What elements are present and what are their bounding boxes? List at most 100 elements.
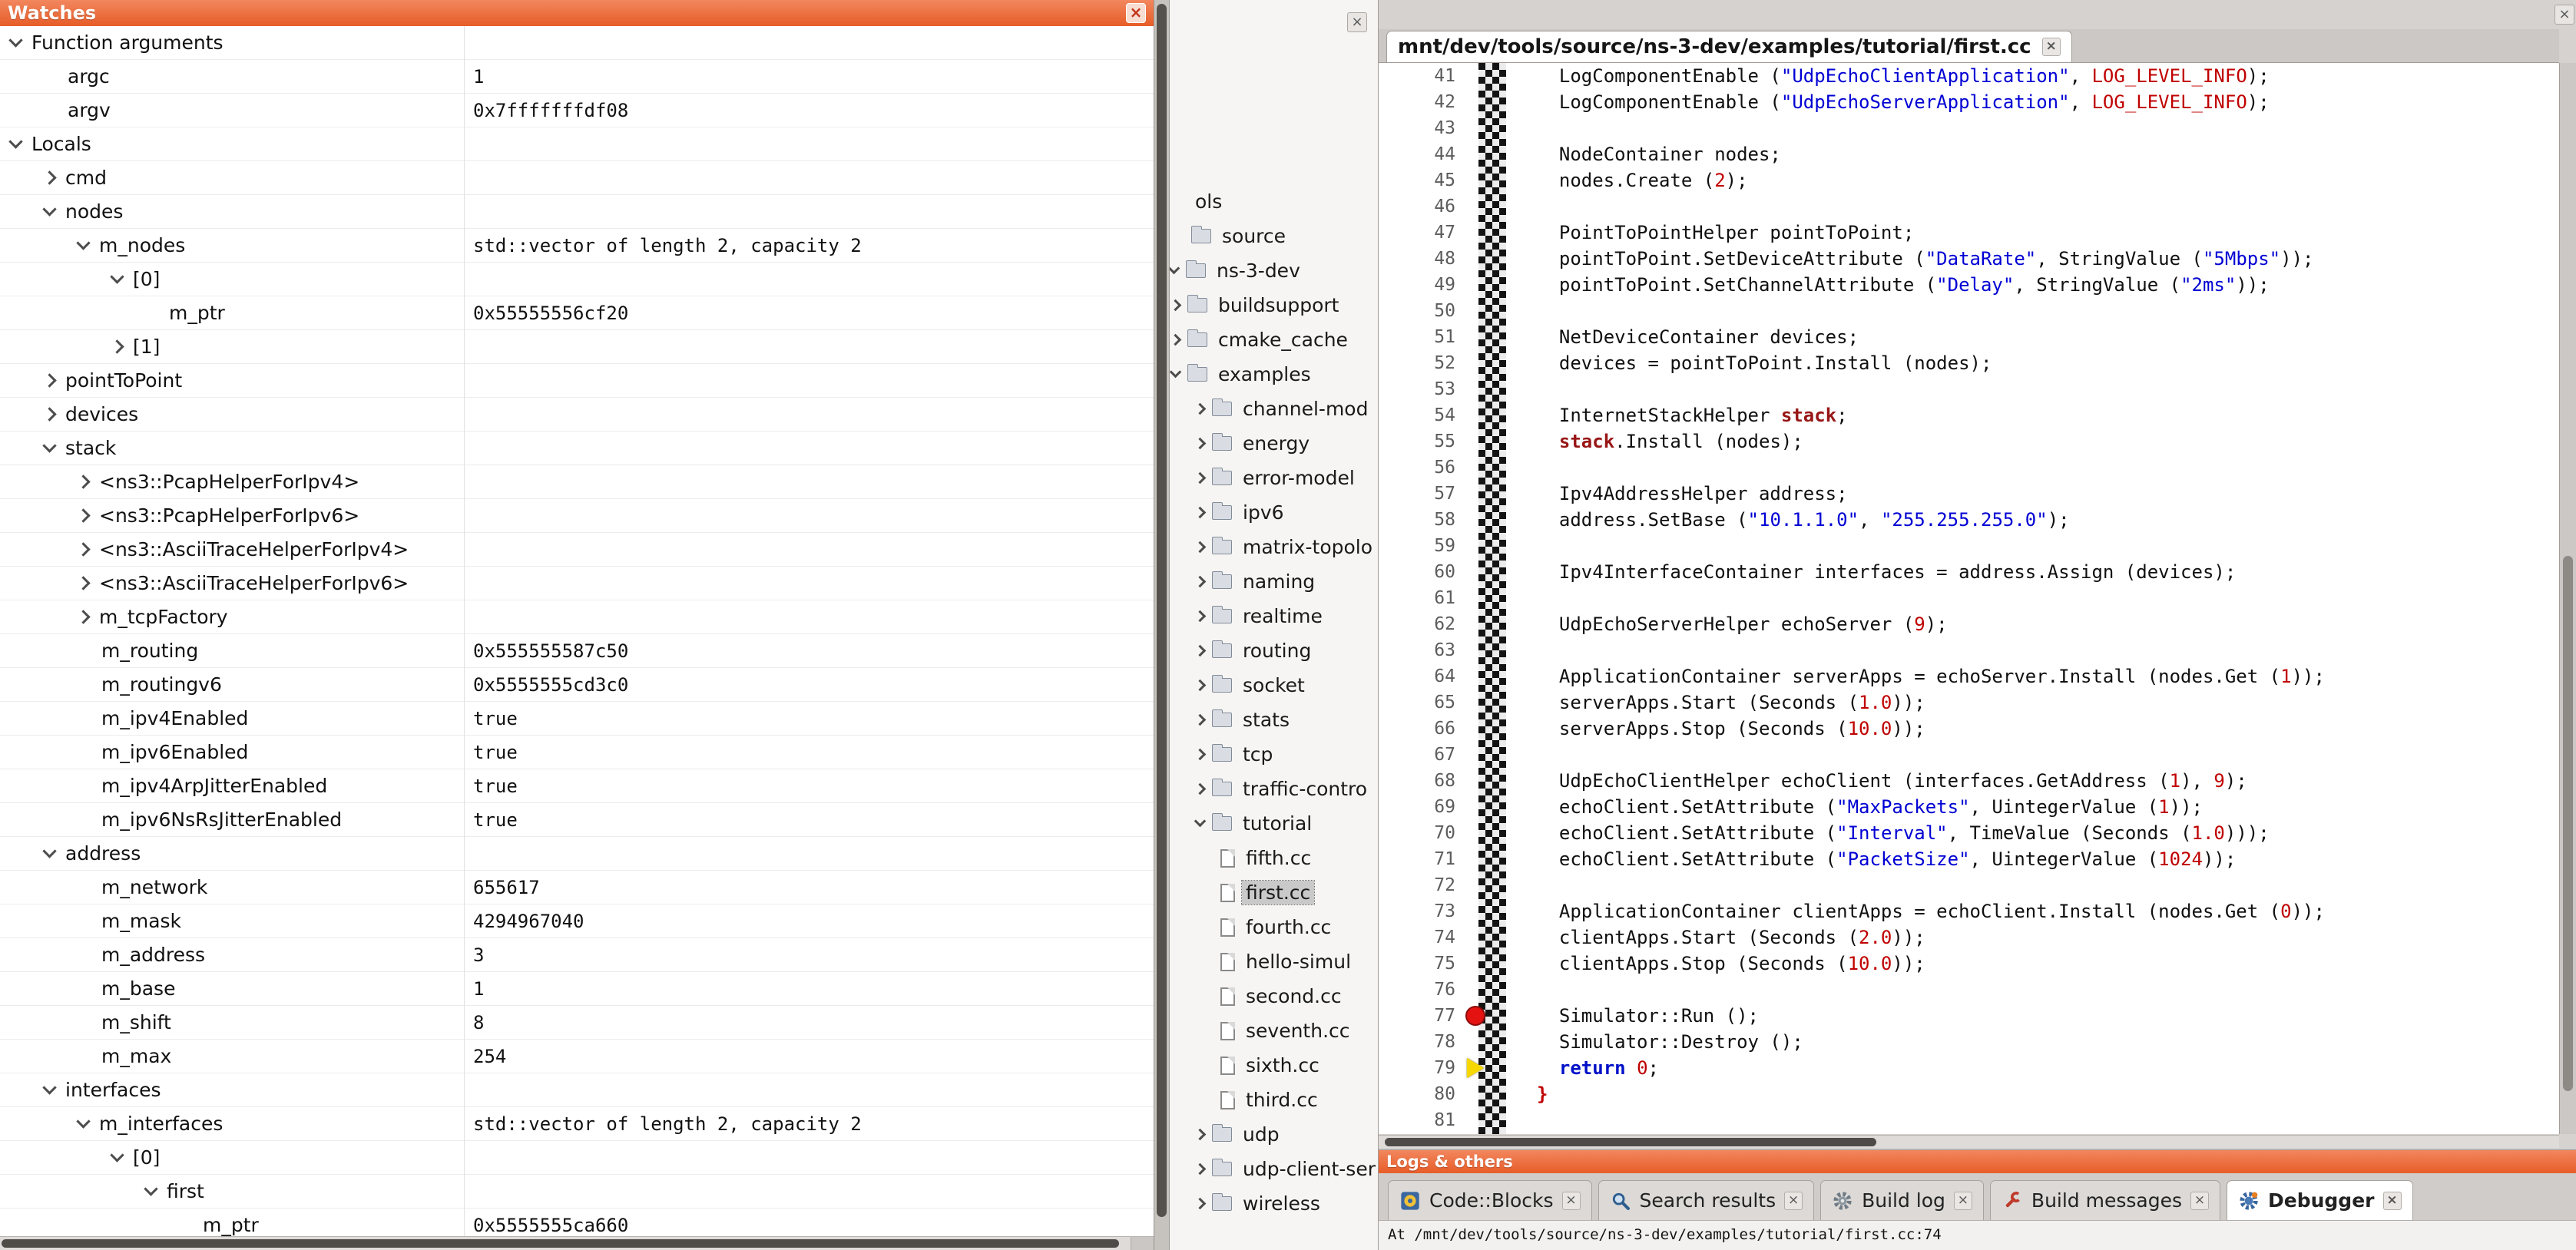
code-line[interactable]: 53 [1379,376,2559,402]
watch-row[interactable]: argc1 [0,60,1154,94]
code-line[interactable]: 74 clientApps.Start (Seconds (2.0)); [1379,924,2559,951]
collapse-icon[interactable] [42,202,56,216]
tree-item-udp-client-ser[interactable]: udp-client-ser [1170,1152,1378,1186]
watch-row[interactable]: first [0,1175,1154,1209]
line-number[interactable]: 45 [1379,167,1455,193]
gutter-marker[interactable] [1459,742,1492,768]
tree-item-source[interactable]: source [1170,219,1378,253]
watch-row[interactable]: m_address3 [0,938,1154,972]
watch-row[interactable]: interfaces [0,1073,1154,1107]
gutter-marker[interactable] [1459,324,1492,350]
line-number[interactable]: 74 [1379,924,1455,951]
gutter-marker[interactable] [1459,637,1492,663]
tree-item-hello-simul[interactable]: hello-simul [1170,944,1378,979]
line-number[interactable]: 79 [1379,1055,1455,1081]
close-icon[interactable]: × [2383,1192,2402,1210]
log-tab-build-log[interactable]: Build log× [1820,1180,1984,1220]
expand-icon[interactable] [76,475,90,488]
watch-row[interactable]: m_routingv60x5555555cd3c0 [0,668,1154,702]
watches-close-button[interactable]: × [1126,3,1146,23]
collapse-icon[interactable] [1170,263,1180,275]
log-tab-build-messages[interactable]: Build messages× [1990,1180,2220,1220]
code-line[interactable]: 77 Simulator::Run (); [1379,1003,2559,1029]
close-icon[interactable]: × [1954,1192,1972,1210]
tree-item-traffic-contro[interactable]: traffic-contro [1170,772,1378,806]
tree-item-wireless[interactable]: wireless [1170,1186,1378,1221]
log-tab-debugger[interactable]: Debugger× [2227,1180,2412,1220]
expand-icon[interactable] [1194,403,1207,415]
line-number[interactable]: 52 [1379,350,1455,376]
gutter-marker[interactable] [1459,141,1492,167]
expand-icon[interactable] [1194,680,1207,692]
expand-icon[interactable] [110,339,124,353]
line-number[interactable]: 77 [1379,1003,1455,1029]
tree-item-tcp[interactable]: tcp [1170,737,1378,772]
line-number[interactable]: 57 [1379,481,1455,507]
watch-row[interactable]: m_ipv4ArpJitterEnabledtrue [0,769,1154,803]
watch-row[interactable]: address [0,837,1154,871]
line-number[interactable]: 41 [1379,63,1455,89]
tree-item-ols[interactable]: ols [1170,184,1378,219]
code-line[interactable]: 46 [1379,193,2559,220]
line-number[interactable]: 48 [1379,246,1455,272]
close-icon[interactable]: × [1784,1192,1803,1210]
tree-item-channel-mod[interactable]: channel-mod [1170,392,1378,426]
code-line[interactable]: 45 nodes.Create (2); [1379,167,2559,193]
watch-row[interactable]: m_ipv6NsRsJitterEnabledtrue [0,803,1154,837]
tree-item-routing[interactable]: routing [1170,633,1378,668]
watch-row[interactable]: pointToPoint [0,364,1154,398]
gutter-marker[interactable] [1459,794,1492,820]
tree-item-socket[interactable]: socket [1170,668,1378,703]
expand-icon[interactable] [1194,749,1207,761]
watches-titlebar[interactable]: Watches × [0,0,1154,26]
line-number[interactable]: 59 [1379,533,1455,559]
gutter-marker[interactable] [1459,951,1492,977]
code-line[interactable]: 67 [1379,742,2559,768]
code-line[interactable]: 43 [1379,115,2559,141]
gutter-marker[interactable] [1459,663,1492,689]
code-line[interactable]: 61 [1379,585,2559,611]
expand-icon[interactable] [1170,299,1181,312]
watch-row[interactable]: <ns3::PcapHelperForIpv4> [0,465,1154,499]
gutter-marker[interactable] [1459,872,1492,898]
collapse-icon[interactable] [42,438,56,452]
expand-icon[interactable] [42,407,56,421]
expand-icon[interactable] [1194,541,1207,554]
expand-icon[interactable] [1194,507,1207,519]
code-line[interactable]: 50 [1379,298,2559,324]
line-number[interactable]: 65 [1379,689,1455,716]
gutter-marker[interactable] [1459,220,1492,246]
gutter-marker[interactable] [1459,1081,1492,1107]
watch-row[interactable]: m_ptr0x5555555ca660 [0,1209,1154,1236]
expand-icon[interactable] [1194,1163,1207,1176]
tree-item-error-model[interactable]: error-model [1170,461,1378,495]
expand-icon[interactable] [1194,645,1207,657]
gutter-marker[interactable] [1459,481,1492,507]
gutter-marker[interactable] [1459,559,1492,585]
code-line[interactable]: 52 devices = pointToPoint.Install (nodes… [1379,350,2559,376]
code-line[interactable]: 57 Ipv4AddressHelper address; [1379,481,2559,507]
line-number[interactable]: 70 [1379,820,1455,846]
expand-icon[interactable] [76,576,90,590]
gutter-marker[interactable] [1459,768,1492,794]
close-icon[interactable]: × [2190,1192,2209,1210]
gutter-marker[interactable] [1459,193,1492,220]
tree-item-energy[interactable]: energy [1170,426,1378,461]
collapse-icon[interactable] [144,1182,157,1195]
code-line[interactable]: 73 ApplicationContainer clientApps = ech… [1379,898,2559,924]
code-line[interactable]: 51 NetDeviceContainer devices; [1379,324,2559,350]
line-number[interactable]: 54 [1379,402,1455,428]
line-number[interactable]: 56 [1379,455,1455,481]
expand-icon[interactable] [1170,334,1181,346]
editor-vertical-scrollbar[interactable] [2559,63,2576,1134]
gutter-marker[interactable] [1459,924,1492,951]
watches-vertical-scrollbar[interactable] [1154,0,1170,1250]
collapse-icon[interactable] [8,134,22,148]
tree-item-fifth-cc[interactable]: fifth.cc [1170,841,1378,875]
watch-row[interactable]: m_interfacesstd::vector of length 2, cap… [0,1107,1154,1141]
tree-item-ipv6[interactable]: ipv6 [1170,495,1378,530]
scrollbar-thumb[interactable] [2,1239,1119,1248]
watch-row[interactable]: devices [0,398,1154,432]
code-line[interactable]: 54 InternetStackHelper stack; [1379,402,2559,428]
expand-icon[interactable] [76,610,90,623]
